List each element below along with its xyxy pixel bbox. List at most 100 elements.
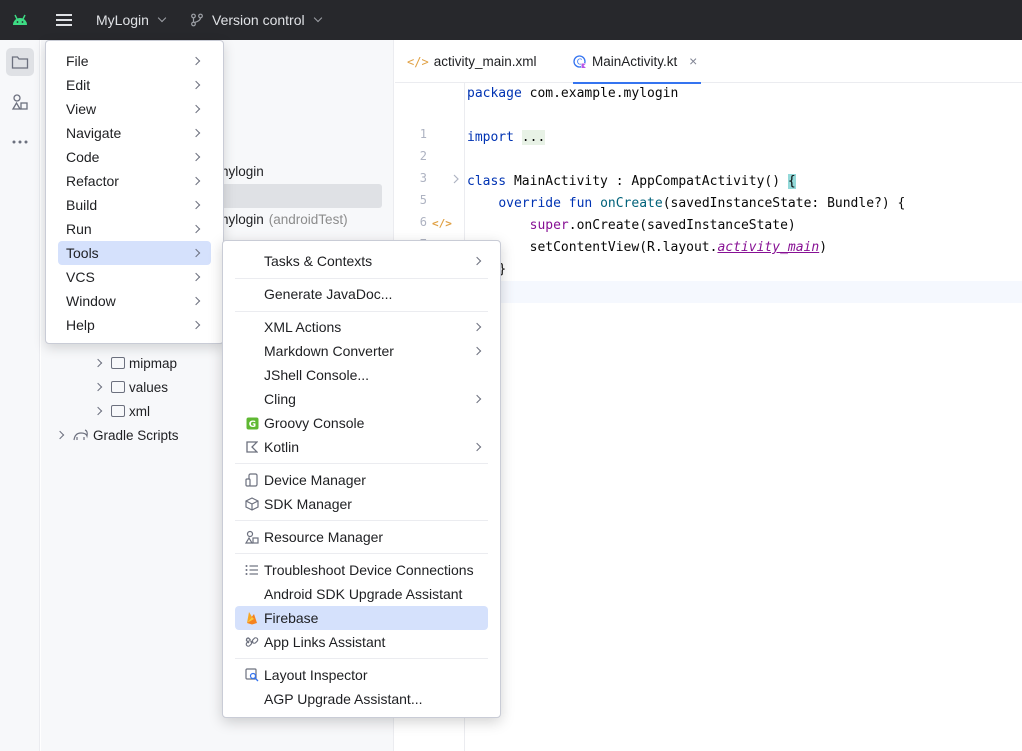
tab-label: MainActivity.kt	[592, 54, 678, 69]
chevron-right-icon[interactable]	[93, 406, 103, 416]
menu-item-file[interactable]: File	[58, 49, 211, 73]
menu-item-cling[interactable]: Cling	[235, 387, 488, 411]
tree-item[interactable]: nylogin (androidTest)	[221, 208, 348, 230]
chevron-right-icon[interactable]	[93, 358, 103, 368]
chevron-right-icon	[191, 224, 201, 234]
layout-preview-icon[interactable]: </>	[432, 217, 452, 230]
menu-item-window[interactable]: Window	[58, 289, 211, 313]
menu-item-layout-inspector[interactable]: Layout Inspector	[235, 663, 488, 687]
close-icon[interactable]: ×	[689, 53, 697, 69]
menu-item-xml-actions[interactable]: XML Actions	[235, 315, 488, 339]
menu-separator	[235, 463, 488, 464]
tab-activity-main-xml[interactable]: </> activity_main.xml	[407, 40, 536, 83]
chevron-right-icon	[191, 272, 201, 282]
menu-separator	[235, 311, 488, 312]
menu-item-groovy-console[interactable]: G Groovy Console	[235, 411, 488, 435]
code-line[interactable]: class MainActivity : AppCompatActivity()…	[467, 171, 796, 193]
menu-item-code[interactable]: Code	[58, 145, 211, 169]
chevron-right-icon	[472, 322, 482, 332]
menu-item-troubleshoot-device-connections[interactable]: Troubleshoot Device Connections	[235, 558, 488, 582]
line-number: 2	[419, 149, 427, 163]
code-line[interactable]: package com.example.mylogin	[467, 83, 678, 105]
project-tool-button[interactable]	[6, 48, 34, 76]
chevron-right-icon	[191, 176, 201, 186]
tree-item[interactable]: xml	[93, 400, 150, 422]
menu-item-tools[interactable]: Tools	[58, 241, 211, 265]
menu-item-app-links-assistant[interactable]: App Links Assistant	[235, 630, 488, 654]
menu-separator	[235, 278, 488, 279]
menu-item-device-manager[interactable]: Device Manager	[235, 468, 488, 492]
tree-item[interactable]: mipmap	[93, 352, 178, 374]
folder-icon	[111, 405, 125, 417]
tree-item[interactable]: Gradle Scripts	[55, 424, 179, 446]
caret-line	[466, 281, 1022, 303]
chevron-right-icon[interactable]	[93, 382, 103, 392]
menu-item-kotlin[interactable]: Kotlin	[235, 435, 488, 459]
svg-text:G: G	[248, 420, 255, 430]
chevron-right-icon	[191, 248, 201, 258]
gradle-icon	[73, 429, 88, 441]
menu-item-agp-upgrade-assistant[interactable]: AGP Upgrade Assistant...	[235, 687, 488, 711]
tree-item-label: nylogin	[221, 163, 264, 179]
editor-tabs: </> activity_main.xml C MainActivity.kt …	[395, 40, 1022, 84]
tab-label: activity_main.xml	[433, 54, 537, 69]
title-bar: MyLogin Version control	[0, 0, 1022, 40]
tool-window-strip	[0, 40, 40, 751]
main-menu-button[interactable]	[52, 8, 76, 32]
menu-item-generate-javadoc[interactable]: Generate JavaDoc...	[235, 282, 488, 306]
fold-arrow-icon[interactable]	[452, 174, 460, 184]
chevron-right-icon	[191, 200, 201, 210]
menu-item-firebase[interactable]: Firebase	[235, 606, 488, 630]
menu-item-android-sdk-upgrade-assistant[interactable]: Android SDK Upgrade Assistant	[235, 582, 488, 606]
branch-icon	[191, 13, 203, 27]
tab-main-activity-kt[interactable]: C MainActivity.kt ×	[573, 40, 702, 84]
menu-item-jshell-console[interactable]: JShell Console...	[235, 363, 488, 387]
main-menu-popup: File Edit View Navigate Code Refactor Bu…	[45, 40, 224, 344]
tools-submenu: Tasks & Contexts Generate JavaDoc... XML…	[222, 240, 501, 718]
code-line[interactable]: override fun onCreate(savedInstanceState…	[467, 193, 905, 215]
tree-item-label: values	[129, 379, 169, 395]
tree-selection	[221, 184, 382, 208]
menu-item-resource-manager[interactable]: Resource Manager	[235, 525, 488, 549]
menu-item-markdown-converter[interactable]: Markdown Converter	[235, 339, 488, 363]
menu-item-refactor[interactable]: Refactor	[58, 169, 211, 193]
code-line[interactable]: setContentView(R.layout.activity_main)	[467, 237, 827, 259]
menu-item-navigate[interactable]: Navigate	[58, 121, 211, 145]
code-line[interactable]: super.onCreate(savedInstanceState)	[467, 215, 796, 237]
tree-item[interactable]: nylogin	[221, 160, 264, 182]
chevron-right-icon	[191, 80, 201, 90]
menu-item-tasks-contexts[interactable]: Tasks & Contexts	[235, 249, 488, 273]
more-tools-button[interactable]	[6, 128, 34, 156]
chevron-right-icon	[472, 256, 482, 266]
folded-imports[interactable]: ...	[521, 130, 546, 145]
line-number: 6	[419, 215, 427, 229]
menu-item-sdk-manager[interactable]: SDK Manager	[235, 492, 488, 516]
tree-item-label: mipmap	[129, 355, 178, 371]
folder-icon	[111, 381, 125, 393]
menu-item-build[interactable]: Build	[58, 193, 211, 217]
menu-item-run[interactable]: Run	[58, 217, 211, 241]
device-manager-icon	[245, 473, 259, 487]
menu-item-view[interactable]: View	[58, 97, 211, 121]
line-number: 5	[419, 193, 427, 207]
vcs-selector[interactable]: Version control	[190, 10, 322, 30]
android-logo-icon[interactable]	[10, 12, 30, 28]
resource-manager-tool-button[interactable]	[6, 88, 34, 116]
chevron-right-icon	[472, 394, 482, 404]
code-line[interactable]: import ...	[467, 127, 546, 149]
groovy-icon: G	[245, 416, 259, 430]
line-number: 3	[419, 171, 427, 185]
list-icon	[245, 563, 259, 577]
folder-icon	[11, 56, 29, 69]
chevron-right-icon[interactable]	[55, 430, 65, 440]
layout-inspector-icon	[245, 668, 259, 682]
menu-item-help[interactable]: Help	[58, 313, 211, 337]
resource-manager-icon	[245, 530, 259, 544]
tree-item[interactable]: values	[93, 376, 169, 398]
menu-separator	[235, 658, 488, 659]
project-selector[interactable]: MyLogin	[96, 10, 167, 30]
chevron-down-icon	[157, 13, 167, 23]
menu-item-vcs[interactable]: VCS	[58, 265, 211, 289]
menu-item-edit[interactable]: Edit	[58, 73, 211, 97]
chevron-right-icon	[472, 346, 482, 356]
